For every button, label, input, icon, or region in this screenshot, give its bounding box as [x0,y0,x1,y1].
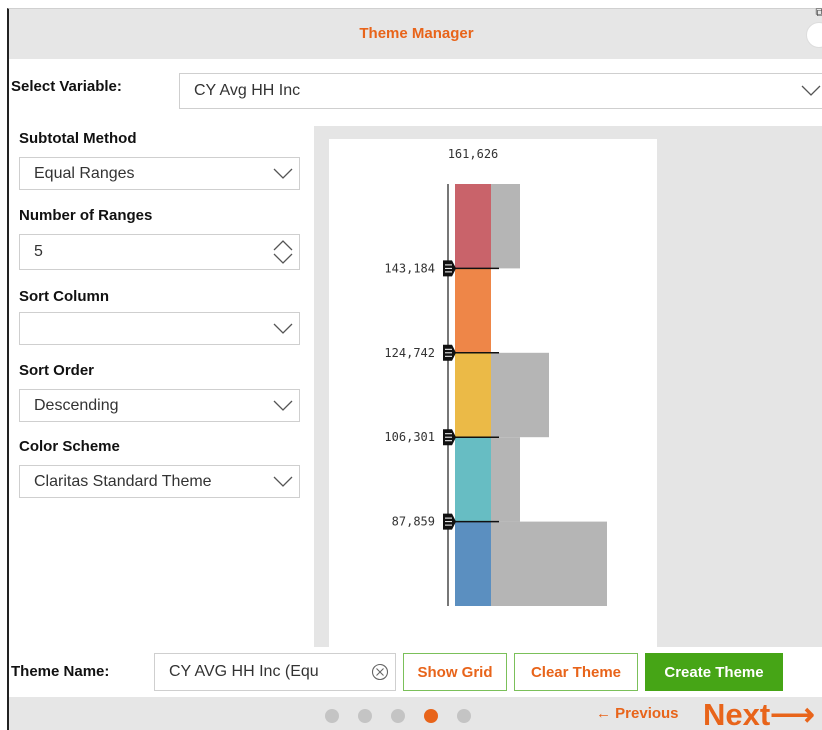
range-segment-4 [455,437,491,522]
chevron-down-icon [801,85,821,97]
color-scheme-label: Color Scheme [19,438,120,455]
top-value-label: 161,626 [448,147,499,161]
wizard-navigation: ← Previous Next⟶ [9,697,822,730]
range-chart: 161,626 143,184 124,742 106,301 87,859 [384,147,607,606]
sort-order-label: Sort Order [19,362,95,379]
range-chart-card: 161,626 143,184 124,742 106,301 87,859 [329,139,657,647]
number-of-ranges-value: 5 [34,243,43,260]
stepper-arrows-icon[interactable] [273,238,293,266]
close-icon[interactable] [806,22,822,48]
theme-name-label: Theme Name: [11,663,110,680]
sort-order-dropdown[interactable]: Descending [19,389,300,422]
break-label-1: 143,184 [384,261,435,275]
subtotal-method-dropdown[interactable]: Equal Ranges [19,157,300,190]
sort-column-label: Sort Column [19,288,109,305]
break-label-2: 124,742 [384,346,435,360]
range-segment-2 [455,268,491,353]
chevron-down-icon [273,323,293,335]
color-scheme-value: Claritas Standard Theme [34,472,212,490]
range-segment-1 [455,184,491,269]
theme-name-row: Theme Name: CY AVG HH Inc (Equ Show Grid… [9,647,822,697]
popout-icon[interactable]: ⧉ [815,5,822,20]
sort-order-value: Descending [34,396,119,414]
break-label-4: 87,859 [392,515,435,529]
select-variable-dropdown[interactable]: CY Avg HH Inc [179,73,822,109]
color-scheme-dropdown[interactable]: Claritas Standard Theme [19,465,300,498]
previous-button[interactable]: ← Previous [596,705,679,722]
chart-area: 161,626 143,184 124,742 106,301 87,859 [314,126,822,647]
distribution-bar-5 [491,521,607,606]
chevron-down-icon [273,168,293,180]
subtotal-method-value: Equal Ranges [34,164,135,182]
range-segment-5 [455,521,491,606]
step-dot-5[interactable] [457,709,471,723]
title-bar: Theme Manager ⧉ [9,5,822,59]
sort-column-dropdown[interactable] [19,312,300,345]
distribution-bar-1 [491,184,520,269]
show-grid-button[interactable]: Show Grid [403,653,507,691]
clear-input-icon[interactable] [371,663,389,681]
next-button[interactable]: Next⟶ [703,697,815,730]
step-dot-1[interactable] [325,709,339,723]
step-dot-4[interactable] [424,709,438,723]
create-theme-button[interactable]: Create Theme [645,653,783,691]
subtotal-method-label: Subtotal Method [19,130,137,147]
theme-name-value: CY AVG HH Inc (Equ [169,663,319,680]
chevron-down-icon [273,476,293,488]
range-segment-3 [455,352,491,438]
dialog-title: Theme Manager [359,25,474,42]
step-dot-2[interactable] [358,709,372,723]
number-of-ranges-label: Number of Ranges [19,207,153,224]
select-variable-value: CY Avg HH Inc [194,82,301,99]
clear-theme-button[interactable]: Clear Theme [514,653,638,691]
distribution-bar-3 [491,352,549,438]
break-label-3: 106,301 [384,430,435,444]
theme-name-input[interactable]: CY AVG HH Inc (Equ [154,653,396,691]
theme-manager-dialog: Theme Manager ⧉ Select Variable: CY Avg … [7,5,822,730]
number-of-ranges-stepper[interactable]: 5 [19,234,300,270]
select-variable-label: Select Variable: [11,78,122,95]
step-dot-3[interactable] [391,709,405,723]
distribution-bar-4 [491,437,520,522]
chevron-down-icon [273,400,293,412]
